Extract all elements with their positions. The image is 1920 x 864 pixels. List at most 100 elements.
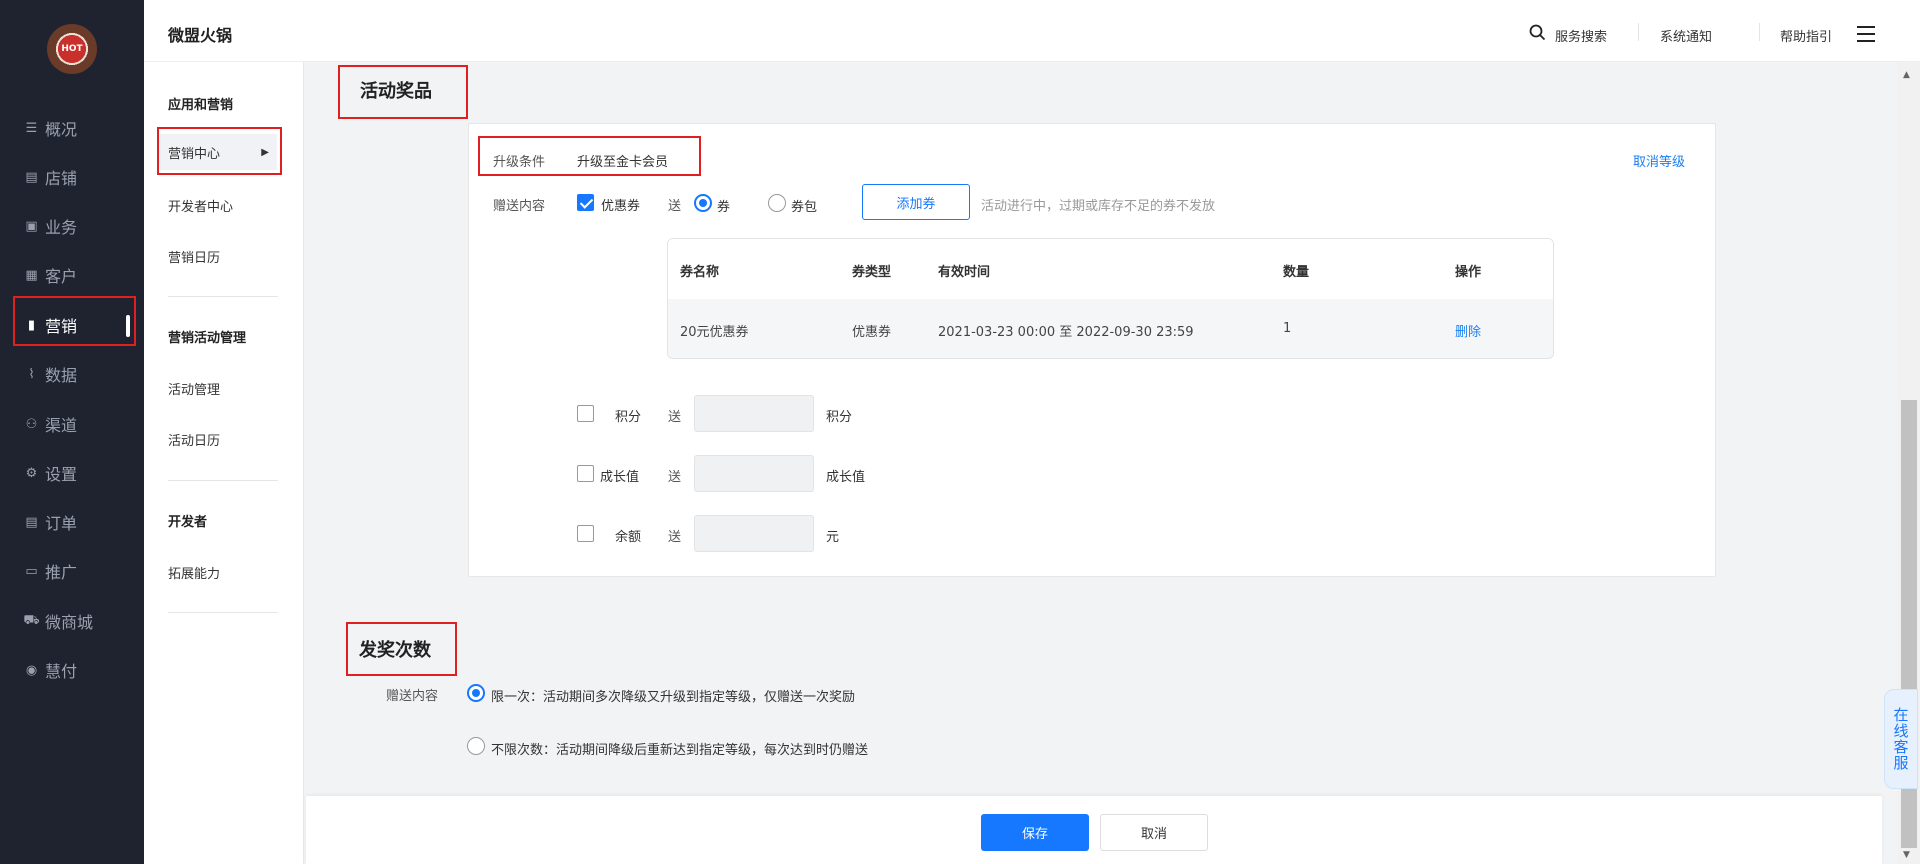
brand-name: 微盟火锅 <box>168 26 233 45</box>
add-coupon-button[interactable]: 添加券 <box>862 184 970 220</box>
caret-right-icon: ▶ <box>261 146 269 158</box>
cancel-level-link[interactable]: 取消等级 <box>1633 151 1685 170</box>
search-icon[interactable] <box>1529 24 1546 41</box>
divider <box>168 296 278 297</box>
channel-icon: ⚇ <box>25 416 38 432</box>
limit-once-radio[interactable] <box>467 684 485 702</box>
nav-overview[interactable]: ☰ 概况 <box>0 108 144 148</box>
points-input[interactable] <box>694 395 814 432</box>
col-header-name: 券名称 <box>680 265 720 280</box>
divider <box>168 480 278 481</box>
coupon-checkbox[interactable] <box>577 194 594 211</box>
coupon-table: 券名称 券类型 有效时间 数量 操作 20元优惠券 优惠券 2021-03-23… <box>667 238 1554 359</box>
pay-icon: ◉ <box>25 662 38 678</box>
nav-label: 营销 <box>45 317 78 336</box>
help-guide-link[interactable]: 帮助指引 <box>1760 26 1832 45</box>
send-label: 送 <box>668 470 682 485</box>
growth-input[interactable] <box>694 455 814 492</box>
delete-coupon-link[interactable]: 删除 <box>1455 321 1481 340</box>
top-bar: 微盟火锅 服务搜索 系统通知 帮助指引 <box>144 0 1920 62</box>
mall-icon: ⛟ <box>23 612 40 628</box>
scroll-up-icon[interactable]: ▲ <box>1903 70 1910 80</box>
nav-order[interactable]: ▤ 订单 <box>0 502 144 542</box>
sub-group-activity: 营销活动管理 <box>168 331 247 346</box>
nav-label: 概况 <box>45 120 78 139</box>
online-service-button[interactable]: 在线客服 <box>1884 689 1918 789</box>
coupon-checkbox-label: 优惠券 <box>601 199 641 214</box>
save-button[interactable]: 保存 <box>981 814 1089 851</box>
points-unit: 积分 <box>826 410 853 425</box>
balance-input[interactable] <box>694 515 814 552</box>
nav-marketing[interactable]: ▮ 营销 <box>0 305 144 345</box>
nav-channel[interactable]: ⚇ 渠道 <box>0 404 144 444</box>
coupon-pack-radio-label: 券包 <box>791 200 818 215</box>
overview-icon: ☰ <box>25 120 38 136</box>
growth-checkbox[interactable] <box>577 465 594 482</box>
balance-unit: 元 <box>826 530 840 545</box>
marketing-icon: ▮ <box>27 317 36 333</box>
service-search-link[interactable]: 服务搜索 <box>1555 26 1607 45</box>
logo-text: HOT <box>61 44 83 54</box>
nav-pay[interactable]: ◉ 慧付 <box>0 650 144 690</box>
sub-item-activity-calendar[interactable]: 活动日历 <box>168 430 220 449</box>
coupon-radio-label: 券 <box>717 200 731 215</box>
nav-label: 业务 <box>45 218 78 237</box>
times-section-title: 发奖次数 <box>359 640 431 661</box>
nav-business[interactable]: ▣ 业务 <box>0 206 144 246</box>
unlimited-radio[interactable] <box>467 737 485 755</box>
sub-item-marketing-center[interactable]: 营销中心 ▶ <box>157 134 277 170</box>
promotion-icon: ▭ <box>25 563 38 579</box>
nav-data[interactable]: ⌇ 数据 <box>0 354 144 394</box>
shop-icon: ▤ <box>25 169 38 185</box>
growth-unit: 成长值 <box>826 470 866 485</box>
nav-label: 订单 <box>45 514 78 533</box>
logo[interactable]: HOT <box>47 24 97 74</box>
upgrade-condition-label: 升级条件 <box>493 155 546 170</box>
upgrade-condition-value: 升级至金卡会员 <box>577 155 669 170</box>
coupon-type: 优惠券 <box>852 325 892 340</box>
balance-checkbox[interactable] <box>577 525 594 542</box>
cancel-button[interactable]: 取消 <box>1100 814 1208 851</box>
coupon-time: 2021-03-23 00:00 至 2022-09-30 23:59 <box>938 325 1194 340</box>
sub-menu: 应用和营销 营销中心 ▶ 开发者中心 营销日历 营销活动管理 活动管理 活动日历 … <box>144 0 304 864</box>
nav-mall[interactable]: ⛟ 微商城 <box>0 601 144 641</box>
customer-icon: ▦ <box>25 267 38 283</box>
sub-item-label: 营销中心 <box>168 146 221 162</box>
send-label: 送 <box>668 199 682 214</box>
col-header-type: 券类型 <box>852 265 892 280</box>
nav-label: 微商城 <box>45 613 94 632</box>
nav-customer[interactable]: ▦ 客户 <box>0 255 144 295</box>
coupon-name: 20元优惠券 <box>680 325 749 340</box>
prize-section-title: 活动奖品 <box>360 81 432 102</box>
balance-label: 余额 <box>615 530 642 545</box>
coupon-radio[interactable] <box>694 194 712 212</box>
table-row: 20元优惠券 优惠券 2021-03-23 00:00 至 2022-09-30… <box>668 299 1553 358</box>
unlimited-label: 不限次数：活动期间降级后重新达到指定等级，每次达到时仍赠送 <box>491 743 869 758</box>
data-icon: ⌇ <box>28 366 35 382</box>
nav-settings[interactable]: ⚙ 设置 <box>0 453 144 493</box>
nav-label: 推广 <box>45 563 78 582</box>
times-gift-label: 赠送内容 <box>386 689 439 704</box>
nav-label: 设置 <box>45 465 78 484</box>
points-checkbox[interactable] <box>577 405 594 422</box>
sub-item-activity-manage[interactable]: 活动管理 <box>168 379 220 398</box>
business-icon: ▣ <box>25 218 38 234</box>
divider <box>1638 23 1639 41</box>
points-label: 积分 <box>615 410 642 425</box>
sub-item-extend[interactable]: 拓展能力 <box>168 563 220 582</box>
system-notice-link[interactable]: 系统通知 <box>1660 26 1712 45</box>
coupon-pack-radio[interactable] <box>768 194 786 212</box>
coupon-hint: 活动进行中，过期或库存不足的券不发放 <box>981 199 1216 214</box>
nav-promotion[interactable]: ▭ 推广 <box>0 551 144 591</box>
menu-icon[interactable] <box>1857 26 1875 42</box>
send-label: 送 <box>668 410 682 425</box>
sub-group-developer: 开发者 <box>168 515 208 530</box>
table-header: 券名称 券类型 有效时间 数量 操作 <box>668 239 1553 299</box>
action-bar <box>306 796 1882 864</box>
scroll-down-icon[interactable]: ▼ <box>1903 850 1910 860</box>
sub-item-marketing-calendar[interactable]: 营销日历 <box>168 247 220 266</box>
sub-group-apps: 应用和营销 <box>168 98 234 113</box>
nav-shop[interactable]: ▤ 店铺 <box>0 157 144 197</box>
send-label: 送 <box>668 530 682 545</box>
sub-item-developer-center[interactable]: 开发者中心 <box>168 196 233 215</box>
